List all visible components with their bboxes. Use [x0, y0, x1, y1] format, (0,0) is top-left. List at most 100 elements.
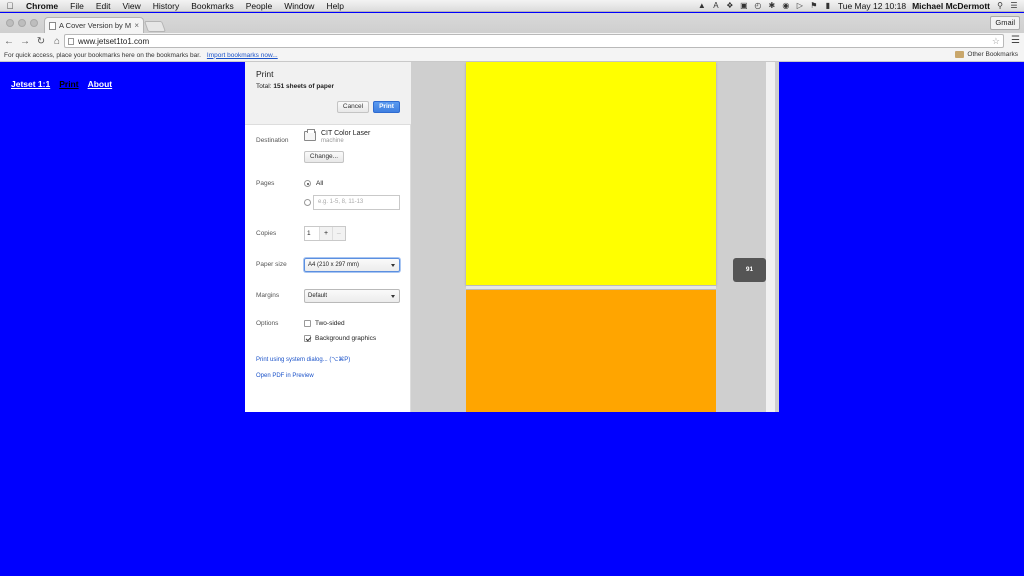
spotlight-search-icon[interactable]: ⚲: [996, 1, 1004, 10]
print-total: Total: 151 sheets of paper: [256, 83, 334, 90]
print-button[interactable]: Print: [373, 101, 400, 113]
home-icon[interactable]: ⌂: [50, 36, 64, 47]
total-value: 151 sheets of paper: [273, 83, 335, 90]
cancel-button[interactable]: Cancel: [337, 101, 369, 113]
clock[interactable]: Tue May 12 10:18: [838, 1, 906, 11]
nav-link-print[interactable]: Print: [59, 79, 78, 89]
copies-stepper: 1 + –: [304, 226, 346, 241]
new-tab-button[interactable]: [143, 21, 167, 32]
print-dialog: Print Total: 151 sheets of paper Cancel …: [245, 62, 779, 412]
browser-tab[interactable]: A Cover Version by Michael ×: [44, 17, 144, 33]
two-sided-checkbox[interactable]: [304, 320, 311, 327]
system-dialog-link[interactable]: Print using system dialog... (⌥⌘P): [256, 356, 350, 363]
copies-plus-button[interactable]: +: [320, 227, 333, 240]
wifi-icon[interactable]: ◉: [782, 1, 790, 10]
page-icon: [68, 37, 74, 45]
window-controls: [6, 19, 38, 27]
other-bookmarks[interactable]: Other Bookmarks: [955, 51, 1018, 58]
printer-icon: [304, 129, 316, 141]
preview-page-yellow: [466, 62, 716, 285]
copies-label: Copies: [256, 230, 277, 237]
print-header: Print Total: 151 sheets of paper Cancel …: [245, 62, 411, 125]
menu-app[interactable]: Chrome: [20, 1, 64, 11]
import-bookmarks-link[interactable]: Import bookmarks now...: [207, 52, 278, 59]
zoom-window-button[interactable]: [30, 19, 38, 27]
url-text: www.jetset1to1.com: [78, 36, 150, 46]
menu-help[interactable]: Help: [320, 1, 349, 11]
printer-subtitle: machine: [321, 138, 344, 144]
menu-edit[interactable]: Edit: [90, 1, 117, 11]
nav-link-home[interactable]: Jetset 1:1: [11, 79, 50, 89]
preview-page-orange: [466, 290, 716, 412]
background-graphics-label: Background graphics: [315, 335, 377, 342]
preview-scrollbar[interactable]: [766, 62, 775, 412]
user-name[interactable]: Michael McDermott: [912, 1, 990, 11]
destination-label: Destination: [256, 137, 289, 144]
close-tab-icon[interactable]: ×: [134, 21, 139, 30]
bell-icon[interactable]: ▲: [698, 1, 706, 10]
menu-bar:  Chrome File Edit View History Bookmark…: [0, 0, 1024, 12]
print-title: Print: [256, 69, 274, 79]
pages-all-radio[interactable]: [304, 180, 311, 187]
notification-center-icon[interactable]: ☰: [1010, 1, 1018, 10]
margins-select[interactable]: Default: [304, 289, 400, 303]
chevron-down-icon: [391, 264, 395, 267]
status-tray: ▲ A ❖ ▣ ◴ ✱ ◉ ▷ ⚑ ▮ Tue May 12 10:18 Mic…: [698, 1, 1024, 11]
chrome-menu-icon[interactable]: ☰: [1011, 35, 1020, 46]
browser-toolbar: ← → ↻ ⌂ www.jetset1to1.com ☆ ☰: [0, 33, 1024, 49]
copies-minus-button[interactable]: –: [332, 227, 345, 240]
paper-size-label: Paper size: [256, 261, 287, 268]
tab-strip: A Cover Version by Michael × Gmail: [0, 13, 1024, 33]
print-preview: 91: [411, 62, 779, 412]
minimize-window-button[interactable]: [18, 19, 26, 27]
bookmarks-bar: For quick access, place your bookmarks h…: [0, 49, 1024, 62]
print-settings-panel: Print Total: 151 sheets of paper Cancel …: [245, 62, 411, 412]
bluetooth-icon[interactable]: ✱: [768, 1, 776, 10]
nav-link-about[interactable]: About: [88, 79, 113, 89]
change-destination-button[interactable]: Change...: [304, 151, 344, 163]
close-window-button[interactable]: [6, 19, 14, 27]
options-label: Options: [256, 320, 279, 327]
chevron-down-icon: [391, 295, 395, 298]
menu-view[interactable]: View: [116, 1, 146, 11]
volume-icon[interactable]: ▷: [796, 1, 804, 10]
flag-icon[interactable]: ⚑: [810, 1, 818, 10]
profile-button[interactable]: Gmail: [990, 16, 1020, 30]
page-number-indicator: 91: [733, 258, 770, 282]
back-arrow-icon[interactable]: ←: [2, 36, 16, 47]
margins-label: Margins: [256, 292, 280, 299]
menu-window[interactable]: Window: [278, 1, 320, 11]
address-bar[interactable]: www.jetset1to1.com ☆: [64, 34, 1004, 48]
tab-title: A Cover Version by Michael: [59, 21, 132, 30]
bookmarks-hint: For quick access, place your bookmarks h…: [4, 51, 201, 59]
menu-file[interactable]: File: [64, 1, 90, 11]
pages-label: Pages: [256, 180, 275, 187]
total-prefix: Total:: [256, 83, 274, 90]
time-machine-icon[interactable]: ◴: [754, 1, 762, 10]
other-bookmarks-label: Other Bookmarks: [967, 51, 1018, 58]
apple-icon[interactable]: : [0, 1, 20, 11]
paper-size-value: A4 (210 x 297 mm): [308, 262, 360, 268]
page-icon: [49, 21, 56, 30]
paper-size-select[interactable]: A4 (210 x 297 mm): [304, 258, 400, 272]
margins-value: Default: [308, 293, 328, 299]
pages-custom-radio[interactable]: [304, 199, 311, 206]
camera-icon[interactable]: ▣: [740, 1, 748, 10]
forward-arrow-icon[interactable]: →: [18, 36, 32, 47]
menu-history[interactable]: History: [147, 1, 185, 11]
menu-people[interactable]: People: [240, 1, 278, 11]
copies-input[interactable]: 1: [305, 227, 321, 240]
adobe-icon[interactable]: A: [712, 1, 720, 10]
folder-icon: [955, 51, 965, 58]
battery-icon[interactable]: ▮: [824, 1, 832, 10]
menu-bookmarks[interactable]: Bookmarks: [185, 1, 240, 11]
two-sided-label: Two-sided: [315, 320, 345, 327]
pages-input[interactable]: e.g. 1-5, 8, 11-13: [313, 195, 400, 210]
open-pdf-link[interactable]: Open PDF in Preview: [256, 373, 314, 379]
printer-name: CIT Color Laser: [321, 130, 371, 137]
site-nav: Jetset 1:1 Print About: [11, 79, 112, 89]
dropbox-icon[interactable]: ❖: [726, 1, 734, 10]
background-graphics-checkbox[interactable]: [304, 335, 311, 342]
reload-icon[interactable]: ↻: [34, 36, 48, 47]
star-icon[interactable]: ☆: [992, 36, 1000, 47]
